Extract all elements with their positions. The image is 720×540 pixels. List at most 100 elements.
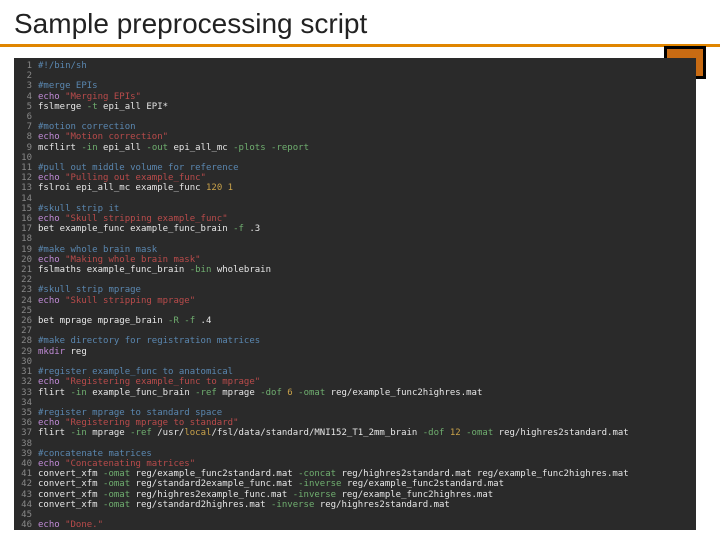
code-line: 43convert_xfm -omat reg/highres2example_… [14, 490, 696, 500]
code-line: 32echo "Registering example_func to mpra… [14, 377, 696, 387]
line-content [38, 398, 696, 408]
line-content: flirt -in example_func_brain -ref mprage… [38, 388, 696, 398]
line-number: 31 [14, 367, 38, 377]
code-line: 22 [14, 275, 696, 285]
slide-title: Sample preprocessing script [0, 0, 720, 47]
line-number: 4 [14, 92, 38, 102]
line-number: 40 [14, 459, 38, 469]
line-content: convert_xfm -omat reg/example_func2stand… [38, 469, 696, 479]
code-line: 6 [14, 112, 696, 122]
slide: Sample preprocessing script 1#!/bin/sh23… [0, 0, 720, 540]
line-content: #skull strip mprage [38, 285, 696, 295]
line-content: #concatenate matrices [38, 449, 696, 459]
line-number: 20 [14, 255, 38, 265]
line-number: 28 [14, 336, 38, 346]
line-number: 35 [14, 408, 38, 418]
line-number: 22 [14, 275, 38, 285]
line-number: 44 [14, 500, 38, 510]
line-content: bet example_func example_func_brain -f .… [38, 224, 696, 234]
code-line: 26bet mprage mprage_brain -R -f .4 [14, 316, 696, 326]
line-number: 17 [14, 224, 38, 234]
line-content: convert_xfm -omat reg/highres2example_fu… [38, 490, 696, 500]
line-number: 2 [14, 71, 38, 81]
code-line: 13fslroi epi_all_mc example_func 120 1 [14, 183, 696, 193]
line-number: 27 [14, 326, 38, 336]
line-number: 46 [14, 520, 38, 530]
code-line: 17bet example_func example_func_brain -f… [14, 224, 696, 234]
code-line: 30 [14, 357, 696, 367]
line-number: 26 [14, 316, 38, 326]
line-number: 42 [14, 479, 38, 489]
code-line: 3#merge EPIs [14, 81, 696, 91]
code-line: 2 [14, 71, 696, 81]
line-content [38, 112, 696, 122]
line-number: 11 [14, 163, 38, 173]
code-line: 18 [14, 234, 696, 244]
line-content: bet mprage mprage_brain -R -f .4 [38, 316, 696, 326]
code-line: 36echo "Registering mprage to standard" [14, 418, 696, 428]
line-number: 32 [14, 377, 38, 387]
line-content: echo "Merging EPIs" [38, 92, 696, 102]
line-content: #make whole brain mask [38, 245, 696, 255]
line-content: #pull out middle volume for reference [38, 163, 696, 173]
code-line: 24echo "Skull stripping mprage" [14, 296, 696, 306]
line-number: 1 [14, 61, 38, 71]
code-line: 12echo "Pulling out example_func" [14, 173, 696, 183]
code-line: 7#motion correction [14, 122, 696, 132]
line-content: echo "Registering mprage to standard" [38, 418, 696, 428]
line-content [38, 71, 696, 81]
code-line: 45 [14, 510, 696, 520]
code-line: 42convert_xfm -omat reg/standard2example… [14, 479, 696, 489]
code-line: 19#make whole brain mask [14, 245, 696, 255]
line-content: mkdir reg [38, 347, 696, 357]
line-number: 29 [14, 347, 38, 357]
line-number: 8 [14, 132, 38, 142]
line-number: 21 [14, 265, 38, 275]
line-number: 45 [14, 510, 38, 520]
line-number: 3 [14, 81, 38, 91]
line-number: 12 [14, 173, 38, 183]
line-content: #motion correction [38, 122, 696, 132]
code-line: 38 [14, 439, 696, 449]
code-line: 10 [14, 153, 696, 163]
code-line: 9mcflirt -in epi_all -out epi_all_mc -pl… [14, 143, 696, 153]
line-number: 18 [14, 234, 38, 244]
line-number: 39 [14, 449, 38, 459]
line-content: mcflirt -in epi_all -out epi_all_mc -plo… [38, 143, 696, 153]
code-line: 40echo "Concatenating matrices" [14, 459, 696, 469]
code-line: 8echo "Motion correction" [14, 132, 696, 142]
line-content: echo "Pulling out example_func" [38, 173, 696, 183]
line-content: echo "Concatenating matrices" [38, 459, 696, 469]
line-content [38, 153, 696, 163]
code-line: 34 [14, 398, 696, 408]
code-line: 31#register example_func to anatomical [14, 367, 696, 377]
line-content [38, 194, 696, 204]
line-number: 36 [14, 418, 38, 428]
line-content: echo "Skull stripping example_func" [38, 214, 696, 224]
line-number: 38 [14, 439, 38, 449]
code-line: 27 [14, 326, 696, 336]
line-content: fslmaths example_func_brain -bin wholebr… [38, 265, 696, 275]
line-content: echo "Making whole brain mask" [38, 255, 696, 265]
code-line: 21fslmaths example_func_brain -bin whole… [14, 265, 696, 275]
line-number: 25 [14, 306, 38, 316]
code-line: 20echo "Making whole brain mask" [14, 255, 696, 265]
code-line: 28#make directory for registration matri… [14, 336, 696, 346]
code-line: 4echo "Merging EPIs" [14, 92, 696, 102]
line-number: 41 [14, 469, 38, 479]
line-content [38, 306, 696, 316]
line-number: 37 [14, 428, 38, 438]
line-content: #register example_func to anatomical [38, 367, 696, 377]
code-line: 15#skull strip it [14, 204, 696, 214]
line-number: 7 [14, 122, 38, 132]
line-content: #!/bin/sh [38, 61, 696, 71]
code-line: 23#skull strip mprage [14, 285, 696, 295]
code-line: 1#!/bin/sh [14, 61, 696, 71]
line-number: 33 [14, 388, 38, 398]
line-number: 6 [14, 112, 38, 122]
code-line: 46echo "Done." [14, 520, 696, 530]
line-content: #skull strip it [38, 204, 696, 214]
line-number: 16 [14, 214, 38, 224]
line-number: 13 [14, 183, 38, 193]
line-number: 30 [14, 357, 38, 367]
